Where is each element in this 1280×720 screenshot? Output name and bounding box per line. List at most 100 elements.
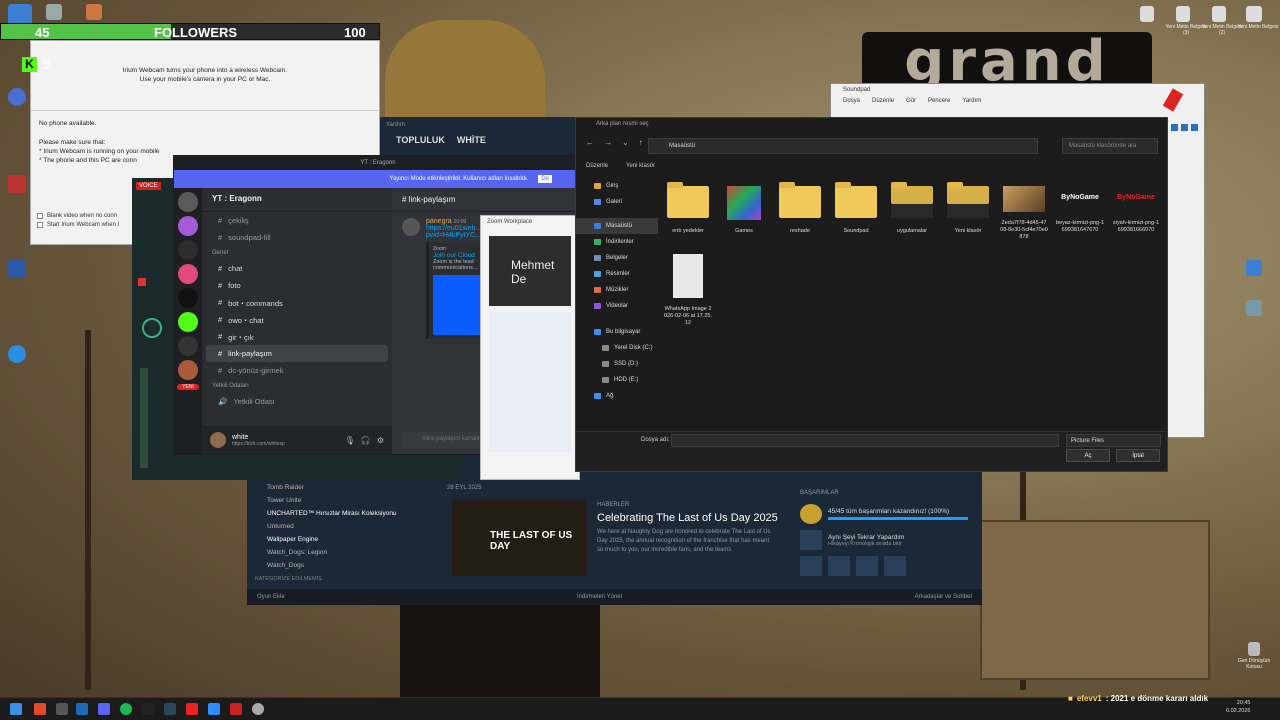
message-link[interactable]: pwd=H4kPytYC... bbox=[426, 232, 486, 239]
channel-item[interactable]: # bot・commands bbox=[202, 294, 392, 311]
channel-item[interactable]: # link-paylaşım bbox=[206, 345, 388, 362]
game-item[interactable]: Watch_Dogs bbox=[247, 559, 437, 572]
server-icon[interactable] bbox=[178, 360, 198, 380]
desktop-icon-textfile[interactable] bbox=[1246, 6, 1262, 22]
open-button[interactable]: Aç bbox=[1066, 449, 1110, 462]
system-clock[interactable]: 20:45 6.02.2026 bbox=[1226, 699, 1250, 715]
add-game-button[interactable]: Oyun Ekle bbox=[257, 594, 285, 600]
desktop-icon-app[interactable] bbox=[46, 4, 62, 20]
up-icon[interactable]: ↑ bbox=[639, 138, 643, 147]
recycle-bin-icon[interactable] bbox=[1248, 642, 1260, 656]
server-icon[interactable] bbox=[178, 240, 198, 260]
steam-icon[interactable] bbox=[76, 703, 88, 715]
file-item[interactable]: reshade bbox=[776, 182, 824, 235]
spotify-icon[interactable] bbox=[120, 703, 132, 715]
avatar[interactable] bbox=[210, 432, 226, 448]
record-icon[interactable] bbox=[138, 278, 146, 286]
channel-item[interactable]: # soundpad-fill bbox=[202, 229, 392, 246]
zoom-icon[interactable] bbox=[208, 703, 220, 715]
desktop-icon-textfile[interactable] bbox=[1176, 6, 1190, 22]
menu-item[interactable]: Gör bbox=[906, 98, 916, 104]
tab-community[interactable]: TOPLULUK bbox=[396, 135, 445, 145]
nav-item[interactable]: Giriş bbox=[576, 178, 658, 194]
desktop-icon-edge[interactable] bbox=[8, 345, 26, 363]
desktop-icon-textfile[interactable] bbox=[1212, 6, 1226, 22]
forward-icon[interactable]: → bbox=[604, 138, 612, 147]
manage-downloads-button[interactable]: İndirmeleri Yönet bbox=[577, 594, 622, 600]
cancel-button[interactable]: İptal bbox=[1116, 449, 1160, 462]
channel-item[interactable]: # foto bbox=[202, 277, 392, 294]
friends-chat-button[interactable]: Arkadaşlar ve Sohbet bbox=[915, 594, 972, 600]
nav-item[interactable]: Videolar bbox=[576, 298, 658, 314]
channel-item[interactable]: # chat bbox=[202, 260, 392, 277]
voice-category[interactable]: Yetkili Odaları bbox=[202, 379, 392, 393]
gain-knob[interactable] bbox=[142, 318, 162, 338]
nav-item[interactable]: Belgeler bbox=[576, 250, 658, 266]
file-item[interactable]: Zeda7f78-4d45-4708-8e30-5cf4e70e0878 bbox=[1000, 186, 1048, 241]
checkbox[interactable] bbox=[37, 222, 43, 228]
gear-icon[interactable]: ⚙ bbox=[377, 436, 384, 445]
file-item[interactable]: Soundpad bbox=[832, 182, 880, 235]
server-icon[interactable] bbox=[178, 336, 198, 356]
desktop-icon-app[interactable] bbox=[8, 175, 26, 193]
game-item[interactable]: UNCHARTED™ Hırsızlar Mirası Koleksiyonu bbox=[247, 507, 437, 520]
channel-item[interactable]: # çekiliş bbox=[202, 212, 392, 229]
game-item[interactable]: Tower Unite bbox=[247, 494, 437, 507]
steam-menu-help[interactable]: Yardım bbox=[386, 122, 405, 128]
server-icon[interactable] bbox=[178, 192, 198, 212]
tree-item[interactable]: Ağ bbox=[576, 388, 658, 404]
file-item[interactable]: ByNoGame beyaz-kirmizi-png-1699381647670 bbox=[1056, 186, 1104, 234]
file-item[interactable]: Games bbox=[720, 186, 768, 235]
tree-item[interactable]: Yerel Disk (C:) bbox=[576, 340, 658, 356]
message-author[interactable]: panegra bbox=[426, 218, 452, 225]
mic-icon[interactable]: 🎙 bbox=[345, 436, 355, 445]
menu-item[interactable]: Düzenle bbox=[872, 98, 894, 104]
steam-window-top[interactable]: Yardım TOPLULUK WHİTE bbox=[380, 117, 580, 155]
file-item[interactable]: ByNoGame siyah-kirmizi-png-1699381666070 bbox=[1112, 186, 1160, 234]
server-icon[interactable] bbox=[178, 288, 198, 308]
file-item[interactable]: enb yedekler bbox=[664, 182, 712, 235]
tree-item[interactable]: HDD (E:) bbox=[576, 372, 658, 388]
tree-item[interactable]: SSD (D:) bbox=[576, 356, 658, 372]
app-icon[interactable] bbox=[142, 703, 154, 715]
new-folder-button[interactable]: Yeni klasör bbox=[626, 163, 655, 173]
server-icon[interactable] bbox=[178, 312, 198, 332]
file-item[interactable]: uygulamalar bbox=[888, 182, 936, 235]
file-item[interactable]: Yeni klasör bbox=[944, 182, 992, 235]
desktop-icon-app[interactable] bbox=[1246, 300, 1262, 316]
news-title[interactable]: Celebrating The Last of Us Day 2025 bbox=[597, 512, 778, 524]
blank-video-option[interactable]: Blank video when no conn bbox=[37, 213, 119, 219]
message-link[interactable]: https://eu01web... bbox=[426, 225, 486, 232]
voice-channel[interactable]: 🔊 Yetkili Odası bbox=[202, 393, 392, 410]
steam-icon[interactable] bbox=[164, 703, 176, 715]
server-icon[interactable] bbox=[178, 264, 198, 284]
start-icon[interactable] bbox=[10, 703, 22, 715]
game-item[interactable]: Wallpaper Engine bbox=[247, 533, 437, 546]
checkbox[interactable] bbox=[37, 213, 43, 219]
desktop-icon-app[interactable] bbox=[8, 260, 26, 278]
nav-item[interactable]: Galeri bbox=[576, 194, 658, 210]
back-icon[interactable]: ← bbox=[586, 138, 594, 147]
menu-item[interactable]: Dosya bbox=[843, 98, 860, 104]
organize-button[interactable]: Düzenle bbox=[586, 163, 608, 173]
game-item[interactable]: Watch_Dogs: Legion bbox=[247, 546, 437, 559]
channel-item[interactable]: # owo・chat bbox=[202, 311, 392, 328]
game-item[interactable]: Unturned bbox=[247, 520, 437, 533]
file-open-dialog[interactable]: Arka plan resmi seç ← → ⌄ ↑ Masaüstü Mas… bbox=[575, 117, 1168, 472]
file-item[interactable]: WhatsApp Image 2026-02-06 at 17.25.12 bbox=[664, 254, 712, 327]
desktop-icon-network[interactable] bbox=[8, 88, 26, 106]
brave-icon[interactable] bbox=[34, 703, 46, 715]
discord-icon[interactable] bbox=[98, 703, 110, 715]
zoom-window[interactable]: Zoom Workplace Mehmet De bbox=[480, 215, 580, 480]
app-icon[interactable] bbox=[252, 703, 264, 715]
banner-button[interactable]: De bbox=[538, 175, 552, 183]
youtube-icon[interactable] bbox=[186, 703, 198, 715]
search-input[interactable]: Masaüstü klasöründe ara bbox=[1062, 138, 1158, 154]
nav-item[interactable]: İndirilenler bbox=[576, 234, 658, 250]
nav-item[interactable]: Masaüstü bbox=[576, 218, 658, 234]
chevron-down-icon[interactable]: ⌄ bbox=[622, 138, 629, 147]
tree-item[interactable]: Bu bilgisayar bbox=[576, 324, 658, 340]
server-icon[interactable] bbox=[178, 216, 198, 236]
desktop-icon-textfile[interactable] bbox=[1140, 6, 1154, 22]
menu-item[interactable]: Yardım bbox=[962, 98, 981, 104]
